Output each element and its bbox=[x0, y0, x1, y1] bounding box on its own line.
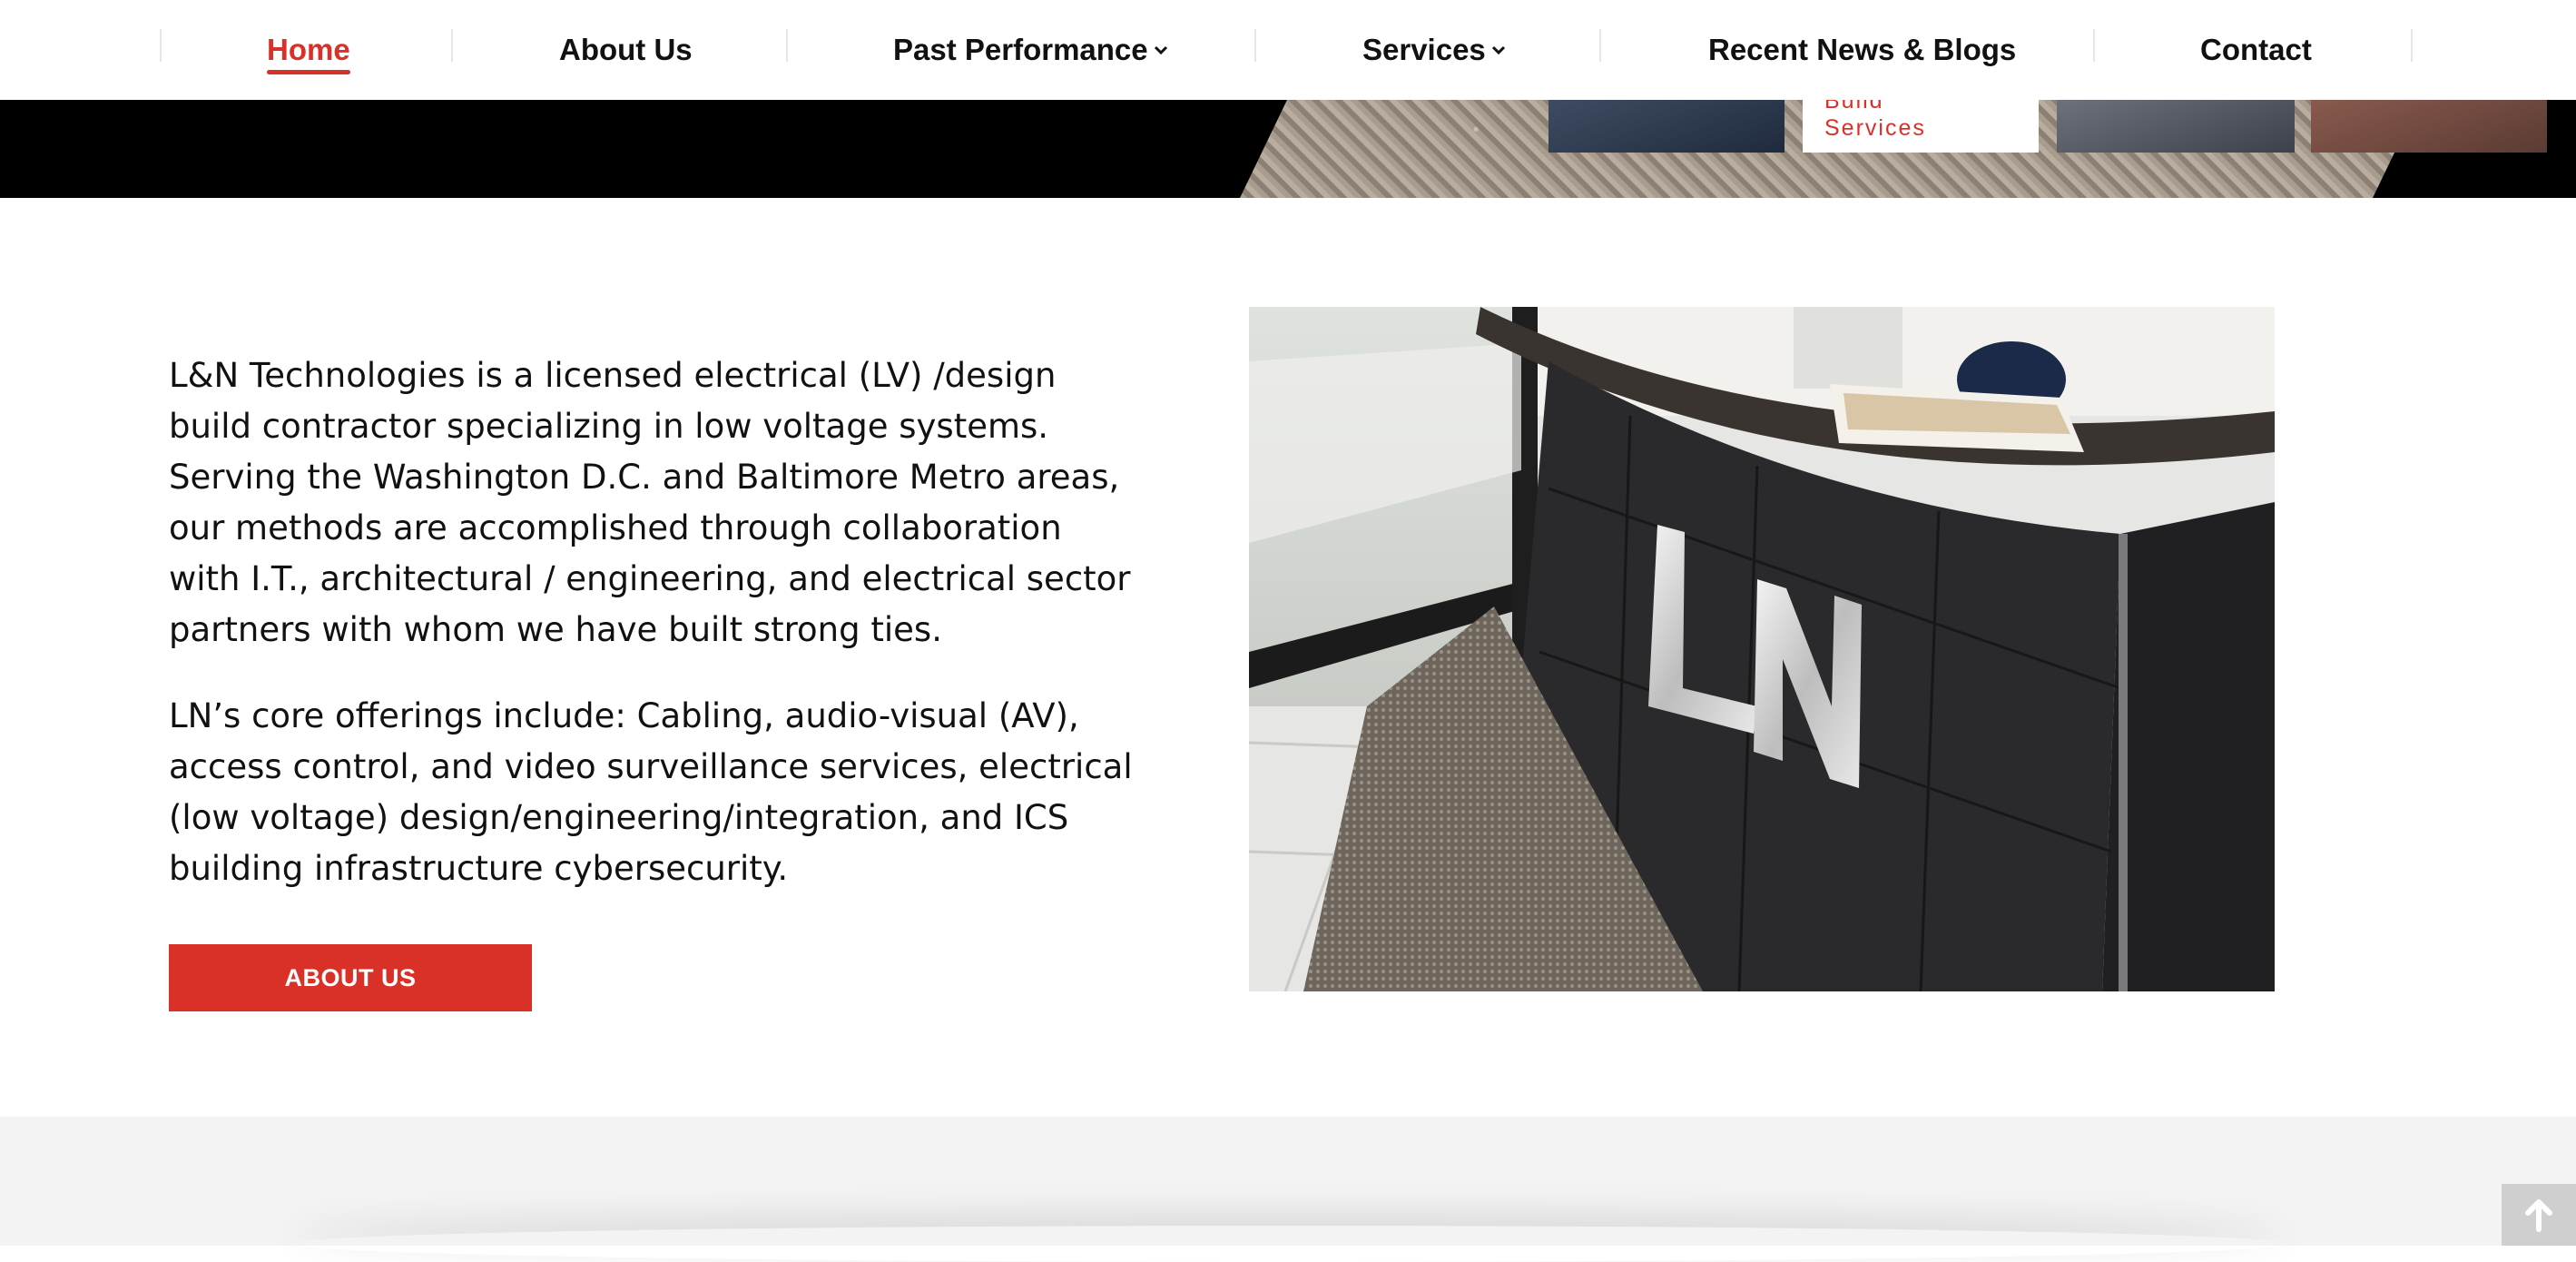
hero-service-tile[interactable] bbox=[1549, 100, 1785, 153]
intro-paragraph: L&N Technologies is a licensed electrica… bbox=[169, 356, 1131, 649]
nav-divider bbox=[1599, 29, 1601, 62]
hero-tile-label: Build Services bbox=[1824, 100, 1926, 141]
nav-contact[interactable]: Contact bbox=[2200, 0, 2312, 100]
chevron-down-icon bbox=[1491, 45, 1505, 55]
active-underline bbox=[267, 70, 350, 74]
nav-divider bbox=[786, 29, 788, 62]
reception-desk-photo bbox=[1249, 307, 2275, 991]
reception-desk-illustration bbox=[1249, 307, 2275, 991]
nav-services-label: Services bbox=[1362, 33, 1486, 66]
main-navigation: Home About Us Past Performance Services … bbox=[0, 0, 2576, 100]
hero-service-tile[interactable] bbox=[2311, 100, 2547, 153]
chevron-down-icon bbox=[1154, 45, 1167, 55]
nav-divider bbox=[2093, 29, 2095, 62]
hero-banner: Build Services bbox=[0, 100, 2576, 198]
nav-services[interactable]: Services bbox=[1362, 0, 1508, 100]
nav-about-us[interactable]: About Us bbox=[559, 0, 693, 100]
nav-contact-label: Contact bbox=[2200, 33, 2312, 66]
nav-home-label: Home bbox=[267, 33, 350, 66]
card-shadow bbox=[290, 1226, 2287, 1262]
intro-paragraph: LN’s core offerings include: Cabling, au… bbox=[169, 696, 1133, 888]
hero-service-tile-active[interactable]: Build Services bbox=[1803, 100, 2039, 153]
arrow-up-icon bbox=[2525, 1199, 2552, 1232]
nav-recent-news-label: Recent News & Blogs bbox=[1708, 33, 2017, 66]
about-us-button[interactable]: ABOUT US bbox=[169, 944, 532, 1011]
nav-home[interactable]: Home bbox=[267, 0, 350, 100]
nav-past-performance-label: Past Performance bbox=[893, 33, 1148, 66]
nav-divider bbox=[451, 29, 453, 62]
nav-divider bbox=[1254, 29, 1256, 62]
scroll-to-top-button[interactable] bbox=[2502, 1184, 2576, 1246]
nav-about-us-label: About Us bbox=[559, 33, 693, 66]
nav-past-performance[interactable]: Past Performance bbox=[893, 0, 1170, 100]
nav-divider bbox=[160, 29, 162, 62]
hero-service-tile[interactable] bbox=[2057, 100, 2295, 153]
intro-section: L&N Technologies is a licensed electrica… bbox=[169, 350, 1140, 930]
nav-recent-news-blogs[interactable]: Recent News & Blogs bbox=[1708, 0, 2016, 100]
nav-divider bbox=[2411, 29, 2413, 62]
